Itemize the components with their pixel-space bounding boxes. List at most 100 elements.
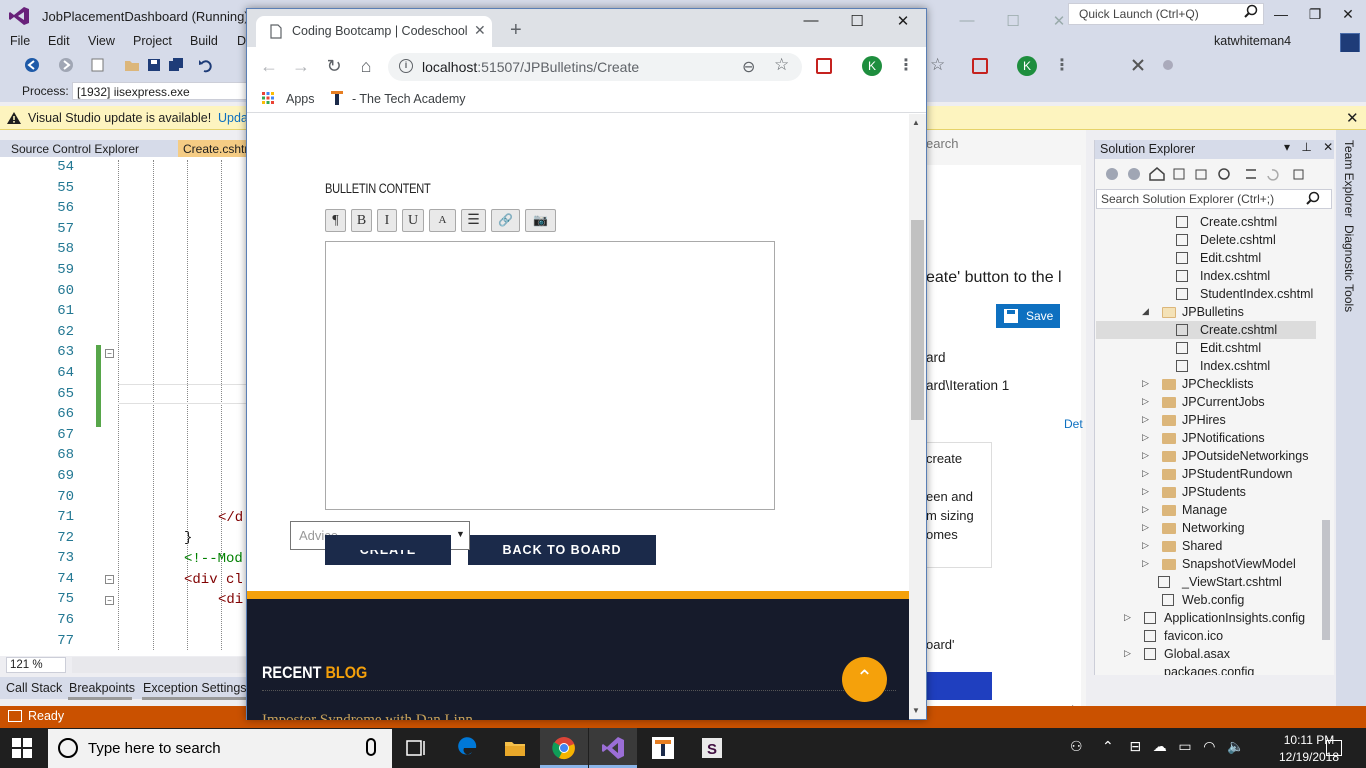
tech-academy-taskbar-icon[interactable] [651,736,675,760]
chrome-menu-icon[interactable]: ⋮ [898,55,914,75]
se-folder-item[interactable]: ▷ JPHires [1096,411,1316,429]
bg-maximize-button[interactable]: ☐ [1002,12,1024,32]
underline-button[interactable]: U [402,209,424,232]
solution-explorer-search[interactable]: Search Solution Explorer (Ctrl+;) [1096,189,1332,209]
se-file-item[interactable]: ▷ ApplicationInsights.config [1096,609,1316,627]
visual-studio-taskbar-icon[interactable] [601,736,625,760]
file-explorer-icon[interactable] [503,736,527,760]
se-file-item[interactable]: Delete.cshtml [1096,231,1316,249]
collapsed-arrow-icon[interactable]: ▷ [1142,504,1149,515]
sync-icon[interactable] [1216,166,1316,182]
chrome-minimize-button[interactable]: — [800,12,822,32]
collapsed-arrow-icon[interactable]: ▷ [1142,432,1149,443]
work-item-action-bar[interactable] [926,672,992,700]
menu-view[interactable]: View [88,34,115,48]
se-folder-item[interactable]: ▷ JPChecklists [1096,375,1316,393]
chevron-down-icon[interactable]: ▼ [456,529,465,539]
se-folder-item[interactable]: ▷ JPNotifications [1096,429,1316,447]
se-file-item[interactable]: StudentIndex.cshtml [1096,285,1316,303]
se-folder-item[interactable]: ▷ JPStudentRundown [1096,465,1316,483]
se-file-item[interactable]: Edit.cshtml [1096,339,1316,357]
bg-minimize-button[interactable]: — [956,12,978,32]
save-all-icon[interactable] [168,57,184,73]
tab-team-explorer[interactable]: Team Explorer [1342,140,1356,217]
scroll-up-arrow-icon[interactable]: ▲ [912,118,920,127]
usb-icon[interactable]: ⊟ [1129,738,1141,754]
battery-icon[interactable]: ▭ [1178,738,1191,754]
vs-user-name[interactable]: katwhiteman4 [1214,34,1291,48]
tray-chevron-up-icon[interactable]: ⌃ [1102,738,1114,754]
vs-restore-button[interactable]: ❐ [1305,6,1325,24]
se-file-item[interactable]: _ViewStart.cshtml [1096,573,1316,591]
close-icon[interactable]: ✕ [1346,109,1359,127]
close-tab-icon[interactable]: ✕ [474,22,486,39]
se-folder-item[interactable]: ▷ JPStudents [1096,483,1316,501]
editor-horizontal-scrollbar[interactable] [72,657,246,673]
se-folder-item[interactable]: ▷ Manage [1096,501,1316,519]
panel-pin-close-icon[interactable]: ▾ ⊥ ✕ [1284,140,1337,154]
collapsed-arrow-icon[interactable]: ▷ [1142,378,1149,389]
paragraph-button[interactable]: ¶ [325,209,346,232]
open-file-icon[interactable] [124,57,140,73]
zoom-level-select[interactable]: 121 % [6,657,66,673]
action-center-icon[interactable] [1326,740,1342,756]
url-text[interactable]: localhost:51507/JPBulletins/Create [422,59,639,75]
collapsed-arrow-icon[interactable]: ▷ [1142,558,1149,569]
forward-arrow-icon[interactable]: → [291,56,311,76]
se-file-item[interactable]: Index.cshtml [1096,357,1316,375]
vs-close-button[interactable]: ✕ [1338,6,1358,24]
chrome-icon[interactable] [552,736,576,760]
collapsed-arrow-icon[interactable]: ▷ [1142,414,1149,425]
se-folder-item[interactable]: ▷ JPOutsideNetworkings [1096,447,1316,465]
new-project-icon[interactable] [90,57,106,73]
volume-icon[interactable]: 🔈 [1227,738,1244,754]
chrome-close-button[interactable]: ✕ [892,12,914,32]
scroll-to-top-button[interactable]: ⌃ [842,657,887,702]
bg-star-icon[interactable]: ☆ [930,55,945,75]
collapsed-arrow-icon[interactable]: ▷ [1142,486,1149,497]
back-arrow-icon[interactable]: ← [259,56,279,76]
bg-close-button[interactable]: ✕ [1048,12,1070,32]
bg-menu-icon[interactable]: ⋮ [1054,55,1070,75]
site-info-icon[interactable]: i [399,59,413,73]
tab-create-cshtml[interactable]: Create.cshtml [178,140,250,157]
new-tab-icon[interactable]: + [510,19,522,42]
se-folder-item[interactable]: ▷ Shared [1096,537,1316,555]
apps-grid-icon[interactable] [262,92,274,104]
se-file-item[interactable]: packages.config [1096,663,1316,675]
se-file-item[interactable]: Web.config [1096,591,1316,609]
se-folder-item[interactable]: ◢ JPBulletins [1096,303,1316,321]
bg-extension-icon[interactable] [972,58,988,74]
link-button[interactable]: 🔗 [491,209,520,232]
menu-file[interactable]: File [10,34,30,48]
bookmark-apps[interactable]: Apps [286,92,315,106]
collapsed-arrow-icon[interactable]: ▷ [1124,648,1131,659]
search-icon[interactable] [1244,4,1258,18]
extension-icon[interactable] [816,58,832,74]
update-link[interactable]: Upda [218,111,248,125]
tab-exception-settings[interactable]: Exception Settings [143,681,247,695]
image-button[interactable]: 📷 [525,209,556,232]
scroll-down-arrow-icon[interactable]: ▼ [912,706,920,715]
slack-icon[interactable]: S [700,736,724,760]
collapsed-arrow-icon[interactable]: ▷ [1142,396,1149,407]
collapsed-arrow-icon[interactable]: ▷ [1124,612,1131,623]
blog-teaser-link[interactable]: Impostor Syndrome with Dan Linn [262,712,473,720]
process-select[interactable]: [1932] iisexpress.exe [72,82,248,100]
home-icon[interactable]: ⌂ [356,56,376,76]
bold-button[interactable]: B [351,209,372,232]
collapsed-arrow-icon[interactable]: ▷ [1142,468,1149,479]
se-file-item[interactable]: ▷ Global.asax [1096,645,1316,663]
user-avatar[interactable] [1340,33,1360,53]
menu-build[interactable]: Build [190,34,218,48]
italic-button[interactable]: I [377,209,397,232]
tab-call-stack[interactable]: Call Stack [6,681,62,695]
menu-project[interactable]: Project [133,34,172,48]
home-icon[interactable] [1104,166,1214,182]
tab-title[interactable]: Coding Bootcamp | Codeschool | [292,24,467,38]
zoom-icon[interactable]: ⊖ [742,57,755,77]
se-file-item[interactable]: Edit.cshtml [1096,249,1316,267]
vs-minimize-button[interactable]: — [1271,6,1291,24]
windows-start-icon[interactable] [12,738,32,758]
se-file-item[interactable]: favicon.ico [1096,627,1316,645]
